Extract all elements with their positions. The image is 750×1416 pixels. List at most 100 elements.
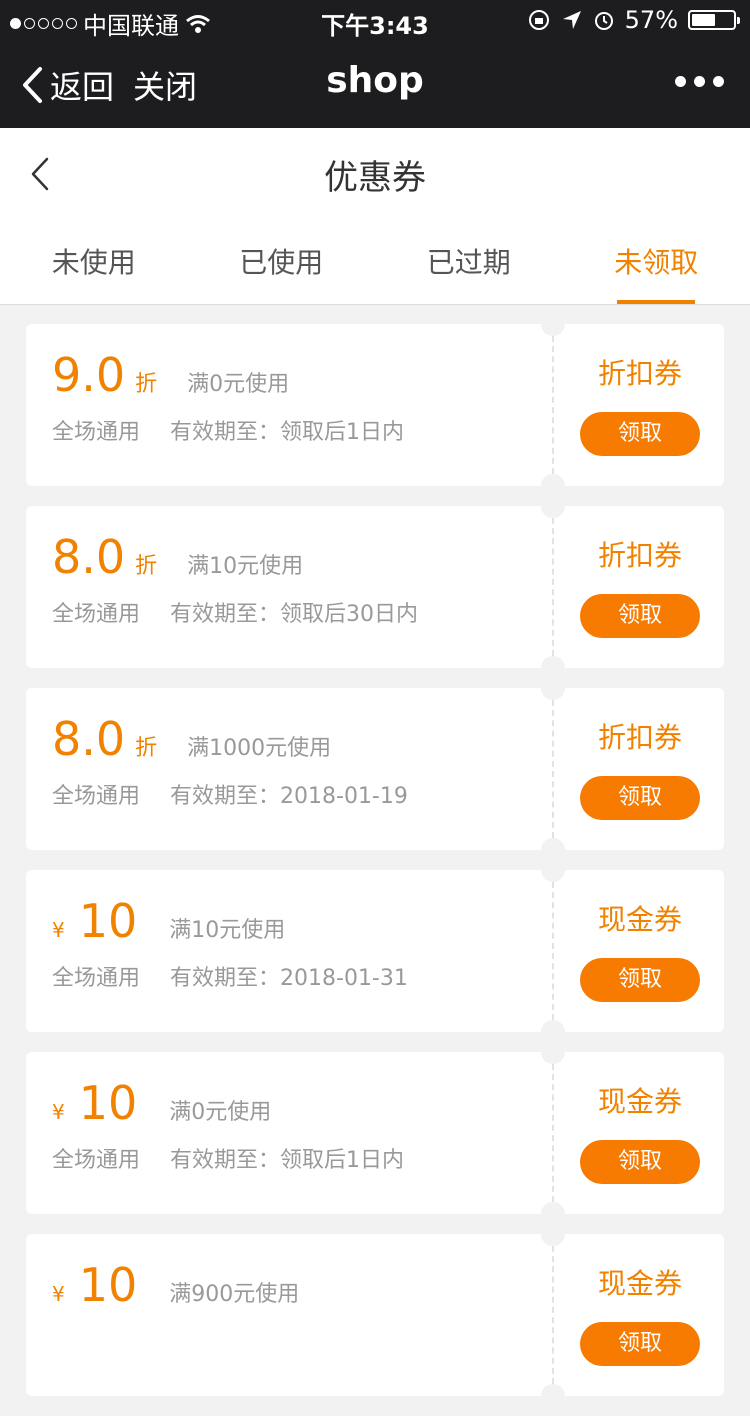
coupon-type-label: 现金券	[556, 1080, 724, 1120]
claim-button[interactable]: 领取	[580, 1322, 700, 1366]
coupon-validity: 有效期至：领取后1日内	[170, 414, 404, 446]
coupon-list: 9.0折满0元使用全场通用有效期至：领取后1日内折扣券领取8.0折满10元使用全…	[26, 324, 724, 1416]
coupon-divider	[552, 1064, 554, 1202]
coupon-info: 8.0 折满10元使用全场通用有效期至：领取后30日内	[52, 530, 418, 628]
coupon-divider	[552, 700, 554, 838]
coupon-divider	[552, 518, 554, 656]
coupon-notch	[541, 1222, 565, 1246]
coupon-value: 10	[79, 1076, 138, 1130]
page-header: 优惠券	[0, 128, 750, 218]
battery-percent: 57%	[625, 6, 678, 34]
coupon-value: 9.0	[52, 348, 125, 402]
status-right: 57%	[527, 6, 736, 34]
tab-unused[interactable]: 未使用	[0, 218, 188, 304]
coupon-meta-row: 全场通用有效期至：领取后30日内	[52, 596, 418, 628]
currency-symbol: ¥	[52, 1282, 65, 1306]
coupon-info: 8.0 折满1000元使用全场通用有效期至：2018-01-19	[52, 712, 408, 810]
location-arrow-icon	[561, 9, 583, 31]
claim-button[interactable]: 领取	[580, 776, 700, 820]
app-header: 中国联通 下午3:43 57%	[0, 0, 750, 128]
coupon-condition: 满0元使用	[169, 1094, 271, 1126]
coupon-notch	[541, 1384, 565, 1408]
coupon-validity: 有效期至：领取后1日内	[170, 1142, 404, 1174]
coupon-unit: 折	[135, 366, 157, 398]
tab-expired[interactable]: 已过期	[375, 218, 563, 304]
coupon-meta-row: 全场通用有效期至：领取后1日内	[52, 414, 404, 446]
coupon-validity: 有效期至：2018-01-19	[170, 778, 408, 810]
coupon-value: 10	[79, 894, 138, 948]
coupon-amount-row: ¥10 满10元使用	[52, 894, 408, 948]
coupon-card: 8.0 折满10元使用全场通用有效期至：领取后30日内 折扣券领取	[26, 506, 724, 668]
coupon-card: 9.0 折满0元使用全场通用有效期至：领取后1日内 折扣券领取	[26, 324, 724, 486]
coupon-side: 折扣券领取	[556, 534, 724, 638]
coupon-value: 8.0	[52, 530, 125, 584]
coupon-divider	[552, 336, 554, 474]
coupon-type-label: 折扣券	[556, 534, 724, 574]
tab-unclaimed[interactable]: 未领取	[563, 218, 750, 304]
battery-icon	[688, 10, 736, 30]
rotation-lock-icon	[527, 8, 551, 32]
coupon-validity: 有效期至：领取后30日内	[170, 596, 418, 628]
coupon-amount-row: 8.0 折满1000元使用	[52, 712, 408, 766]
coupon-condition: 满900元使用	[169, 1276, 299, 1308]
coupon-type-label: 现金券	[556, 898, 724, 938]
status-bar: 中国联通 下午3:43 57%	[0, 0, 750, 40]
claim-button[interactable]: 领取	[580, 1140, 700, 1184]
coupon-info: ¥10 满900元使用	[52, 1258, 299, 1324]
coupon-scope: 全场通用	[52, 1142, 140, 1174]
coupon-card: ¥10满10元使用全场通用有效期至：2018-01-31现金券领取	[26, 870, 724, 1032]
coupon-side: 现金券领取	[556, 1262, 724, 1366]
coupon-divider	[552, 882, 554, 1020]
coupon-type-label: 折扣券	[556, 352, 724, 392]
coupon-info: 9.0 折满0元使用全场通用有效期至：领取后1日内	[52, 348, 404, 446]
coupon-condition: 满1000元使用	[187, 730, 331, 762]
coupon-notch	[541, 858, 565, 882]
tab-used[interactable]: 已使用	[188, 218, 376, 304]
coupon-value: 8.0	[52, 712, 125, 766]
coupon-meta-row: 全场通用有效期至：2018-01-19	[52, 778, 408, 810]
coupon-meta-row: 全场通用有效期至：2018-01-31	[52, 960, 408, 992]
coupon-meta-row: 全场通用有效期至：领取后1日内	[52, 1142, 404, 1174]
coupon-amount-row: ¥10 满900元使用	[52, 1258, 299, 1312]
coupon-side: 现金券领取	[556, 898, 724, 1002]
coupon-condition: 满0元使用	[187, 366, 289, 398]
coupon-side: 折扣券领取	[556, 352, 724, 456]
claim-button[interactable]: 领取	[580, 594, 700, 638]
coupon-notch	[541, 1040, 565, 1064]
coupon-amount-row: 8.0 折满10元使用	[52, 530, 418, 584]
coupon-card: ¥10 满900元使用 现金券领取	[26, 1234, 724, 1396]
nav-title: shop	[0, 60, 750, 101]
coupon-validity: 有效期至：2018-01-31	[170, 960, 408, 992]
coupon-scope: 全场通用	[52, 596, 140, 628]
alarm-icon	[593, 9, 615, 31]
coupon-info: ¥10满0元使用全场通用有效期至：领取后1日内	[52, 1076, 404, 1174]
wechat-nav-bar: 返回 关闭 shop	[0, 40, 750, 128]
coupon-side: 折扣券领取	[556, 716, 724, 820]
coupon-unit: 折	[135, 548, 157, 580]
currency-symbol: ¥	[52, 1100, 65, 1124]
coupon-side: 现金券领取	[556, 1080, 724, 1184]
coupon-notch	[541, 676, 565, 700]
claim-button[interactable]: 领取	[580, 412, 700, 456]
page-title: 优惠券	[0, 150, 750, 199]
coupon-value: 10	[79, 1258, 138, 1312]
coupon-unit: 折	[135, 730, 157, 762]
coupon-card: 8.0 折满1000元使用全场通用有效期至：2018-01-19 折扣券领取	[26, 688, 724, 850]
coupon-condition: 满10元使用	[169, 912, 285, 944]
claim-button[interactable]: 领取	[580, 958, 700, 1002]
coupon-amount-row: ¥10 满0元使用	[52, 1076, 404, 1130]
coupon-divider	[552, 1246, 554, 1384]
coupon-type-label: 折扣券	[556, 716, 724, 756]
coupon-card: ¥10满0元使用全场通用有效期至：领取后1日内现金券领取	[26, 1052, 724, 1214]
coupon-condition: 满10元使用	[187, 548, 303, 580]
coupon-scope: 全场通用	[52, 960, 140, 992]
currency-symbol: ¥	[52, 918, 65, 942]
coupon-tabs: 未使用已使用已过期未领取	[0, 218, 750, 305]
coupon-scope: 全场通用	[52, 778, 140, 810]
coupon-notch	[541, 494, 565, 518]
more-options-icon[interactable]	[675, 76, 724, 87]
coupon-notch	[541, 312, 565, 336]
coupon-info: ¥10满10元使用全场通用有效期至：2018-01-31	[52, 894, 408, 992]
coupon-type-label: 现金券	[556, 1262, 724, 1302]
coupon-scope: 全场通用	[52, 414, 140, 446]
